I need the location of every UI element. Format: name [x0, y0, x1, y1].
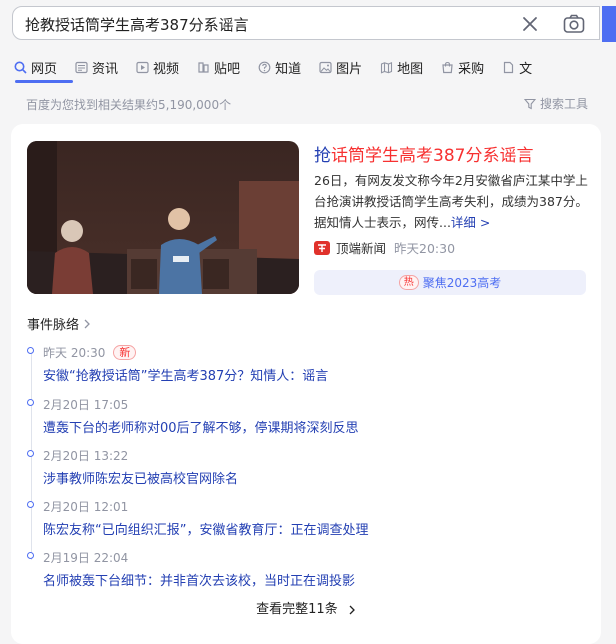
timeline-dot — [27, 501, 34, 508]
chevron-right-icon — [84, 319, 90, 328]
new-badge: 新 — [113, 345, 137, 360]
timeline-time: 2月20日 12:01 — [43, 498, 128, 515]
timeline-time-text: 2月19日 22:04 — [43, 551, 129, 565]
map-icon — [381, 61, 393, 74]
clear-icon[interactable] — [521, 15, 539, 33]
topic-chip[interactable]: 热 聚焦2023高考 — [314, 270, 586, 295]
search-tabs: 网页 资讯 视频 贴吧 知道 图片 地图 采购 文 — [14, 54, 550, 80]
tab-images[interactable]: 图片 — [319, 54, 362, 80]
timeline-time-text: 2月20日 13:22 — [43, 449, 129, 463]
timeline-link[interactable]: 名师被轰下台细节：并非首次去该校，当时正在调投影 — [43, 570, 355, 589]
source-logo-icon — [314, 240, 330, 255]
tab-label: 地图 — [397, 61, 424, 77]
news-icon — [75, 61, 88, 73]
filter-icon — [523, 98, 536, 109]
tab-zhidao[interactable]: 知道 — [258, 54, 301, 80]
news-title-highlight: 话筒学生高考387分系谣言 — [331, 146, 534, 166]
topic-label: 聚焦2023高考 — [422, 276, 502, 290]
question-icon — [258, 61, 271, 73]
tab-label: 视频 — [153, 61, 180, 77]
search-button[interactable] — [602, 6, 616, 42]
timeline-heading[interactable]: 事件脉络 — [27, 314, 91, 333]
news-summary: 26日，有网友发文称今年2月安徽省庐江某中学上台抢演讲教授话筒学生高考失利，成绩… — [314, 170, 590, 233]
news-title[interactable]: 抢话筒学生高考387分系谣言 — [314, 141, 533, 166]
tab-video[interactable]: 视频 — [136, 54, 179, 80]
timeline-time: 2月20日 17:05 — [43, 396, 128, 413]
timeline-link[interactable]: 遭轰下台的老师称对00后了解不够，停课期将深刻反思 — [43, 417, 359, 436]
source-time: 昨天20:30 — [394, 241, 456, 256]
timeline-time-text: 2月20日 12:01 — [43, 500, 129, 514]
active-tab-indicator — [15, 80, 73, 83]
timeline-link[interactable]: 安徽“抢教授话筒”学生高考387分？知情人：谣言 — [43, 365, 328, 384]
image-icon — [319, 61, 332, 73]
view-all-button[interactable]: 查看完整11条 — [11, 598, 601, 617]
timeline-dot — [27, 399, 34, 406]
tab-label: 资讯 — [92, 61, 119, 77]
search-input[interactable] — [25, 14, 505, 34]
view-all-label: 查看完整11条 — [256, 602, 338, 617]
timeline-dot — [27, 347, 34, 354]
tab-doc[interactable]: 文 — [502, 54, 532, 80]
news-more-link[interactable]: 详细 > — [451, 215, 490, 230]
timeline-heading-label: 事件脉络 — [27, 318, 80, 333]
tab-label: 贴吧 — [214, 61, 241, 77]
tab-label: 图片 — [336, 61, 363, 77]
lecture-photo — [27, 141, 299, 294]
tab-label: 知道 — [275, 61, 302, 77]
timeline-time: 2月20日 13:22 — [43, 447, 128, 464]
video-icon — [136, 61, 149, 73]
chevron-right-icon — [349, 605, 355, 614]
search-box[interactable] — [12, 6, 600, 40]
timeline-link[interactable]: 陈宏友称“已向组织汇报”，安徽省教育厅：正在调查处理 — [43, 519, 368, 538]
news-title-prefix: 抢 — [314, 146, 331, 166]
camera-icon[interactable] — [563, 14, 585, 34]
tab-label: 采购 — [458, 61, 485, 77]
timeline-time-text: 2月20日 17:05 — [43, 398, 129, 412]
timeline-time-text: 昨天 20:30 — [43, 346, 106, 360]
tab-web[interactable]: 网页 — [14, 54, 57, 80]
purchase-icon — [442, 61, 453, 73]
search-bar — [12, 6, 616, 42]
search-tools-button[interactable]: 搜索工具 — [523, 95, 588, 112]
doc-icon — [504, 61, 514, 73]
news-thumbnail[interactable] — [27, 141, 299, 294]
tab-purchase[interactable]: 采购 — [441, 54, 484, 80]
tab-tieba[interactable]: 贴吧 — [197, 54, 240, 80]
timeline-dot — [27, 552, 34, 559]
search-icon — [14, 61, 27, 74]
timeline-link[interactable]: 涉事教师陈宏友已被高校官网除名 — [43, 468, 238, 487]
hot-badge: 热 — [398, 275, 419, 290]
source-name[interactable]: 顶端新闻 — [336, 238, 386, 257]
tab-label: 文 — [519, 61, 533, 77]
timeline-time: 昨天 20:30 新 — [43, 344, 137, 361]
news-source: 顶端新闻 昨天20:30 — [314, 238, 455, 257]
news-card: 抢话筒学生高考387分系谣言 26日，有网友发文称今年2月安徽省庐江某中学上台抢… — [11, 124, 601, 644]
tab-map[interactable]: 地图 — [380, 54, 423, 80]
timeline-dot — [27, 450, 34, 457]
tieba-icon — [198, 61, 209, 73]
tab-news[interactable]: 资讯 — [75, 54, 118, 80]
tab-label: 网页 — [31, 61, 58, 77]
result-count: 百度为您找到相关结果约5,190,000个 — [26, 98, 232, 112]
search-tools-label: 搜索工具 — [539, 97, 588, 111]
timeline-time: 2月19日 22:04 — [43, 549, 128, 566]
